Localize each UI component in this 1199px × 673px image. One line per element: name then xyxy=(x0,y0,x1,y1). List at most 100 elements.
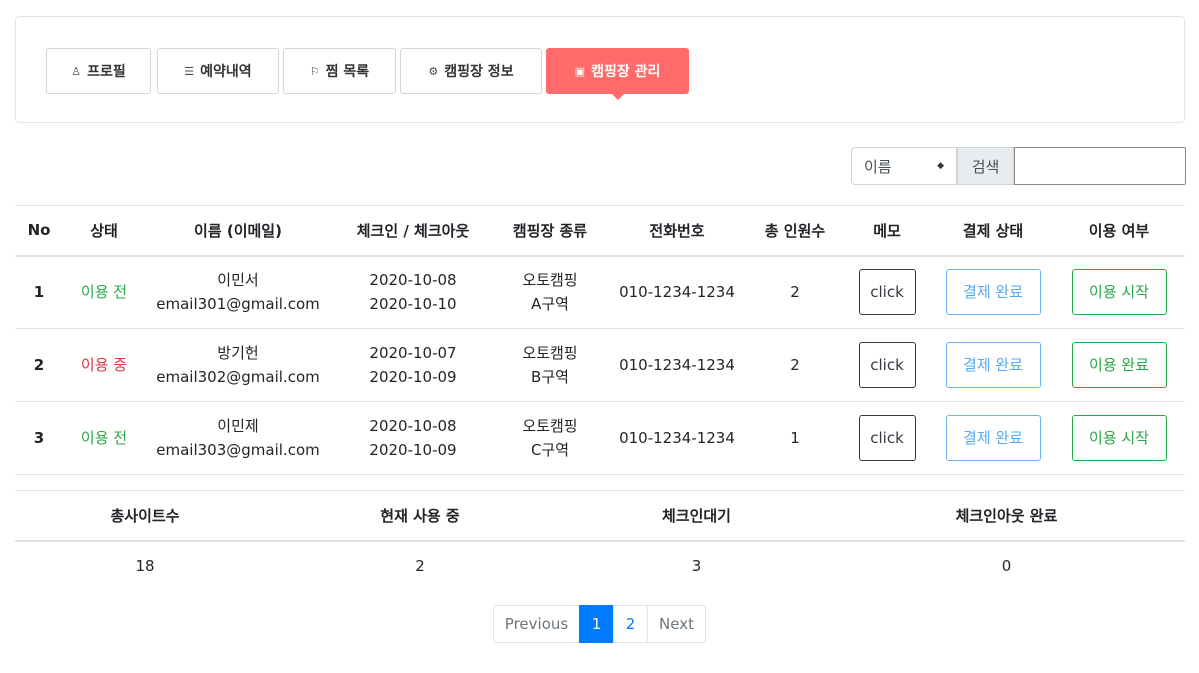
search-select-value: 이름 xyxy=(864,157,892,176)
row-zone: C구역 xyxy=(530,441,570,459)
col-header-checkin: 체크인 / 체크아웃 xyxy=(331,205,495,257)
row-phone: 010-1234-1234 xyxy=(605,255,749,329)
row-dates: 2020-10-07 2020-10-09 xyxy=(331,328,495,402)
row-name-email: 방기헌 email302@gmail.com xyxy=(145,328,331,402)
stats-table: 총사이트수 현재 사용 중 체크인대기 체크인아웃 완료 18 2 3 0 xyxy=(15,490,1185,591)
stats-checkout-done: 0 xyxy=(1001,557,1012,575)
page-button-2[interactable]: 2 xyxy=(613,605,648,643)
gear-icon: ⚙ xyxy=(428,64,439,78)
stats-header-checkin-waiting: 체크인대기 xyxy=(565,490,828,542)
row-no: 3 xyxy=(15,401,63,475)
tab-card: ♙ 프로필 ☰ 예약내역 ⚐ 찜 목록 ⚙ 캠핑장 정보 ▣ 캠핑장 관리 xyxy=(15,16,1185,123)
row-usage: 이용 완료 xyxy=(1053,328,1185,402)
col-header-phone: 전화번호 xyxy=(605,205,749,257)
row-email: email302@gmail.com xyxy=(156,368,320,386)
row-no: 1 xyxy=(15,255,63,329)
payment-button[interactable]: 결제 완료 xyxy=(945,415,1041,461)
usage-button[interactable]: 이용 시작 xyxy=(1071,269,1167,316)
row-people: 1 xyxy=(749,401,841,475)
row-name: 이민제 xyxy=(217,417,259,435)
row-checkin: 2020-10-07 xyxy=(369,344,457,362)
list-icon: ☰ xyxy=(184,64,195,78)
tab-campsite-info[interactable]: ⚙ 캠핑장 정보 xyxy=(400,48,542,94)
row-dates: 2020-10-08 2020-10-09 xyxy=(331,401,495,475)
row-checkout: 2020-10-09 xyxy=(369,368,457,386)
row-email: email301@gmail.com xyxy=(156,295,320,314)
row-type: 오토캠핑 C구역 xyxy=(495,401,605,475)
row-memo: click xyxy=(841,328,933,402)
col-header-people: 총 인원수 xyxy=(749,205,841,257)
row-checkout: 2020-10-09 xyxy=(369,441,457,459)
calendar-check-icon: ▣ xyxy=(574,64,586,78)
tab-label: 찜 목록 xyxy=(325,64,370,80)
next-page-button[interactable]: Next xyxy=(647,605,706,643)
row-no: 2 xyxy=(15,328,63,402)
row-name-email: 이민제 email303@gmail.com xyxy=(145,401,331,475)
row-name: 방기헌 xyxy=(217,344,259,362)
row-usage: 이용 시작 xyxy=(1053,401,1185,475)
table-row: 3 이용 전 이민제 email303@gmail.com 2020-10-08 2… xyxy=(15,401,1185,475)
table-row: 2 이용 중 방기헌 email302@gmail.com 2020-10-07 2… xyxy=(15,328,1185,402)
row-status: 이용 전 xyxy=(63,255,145,329)
tab-profile[interactable]: ♙ 프로필 xyxy=(46,48,151,94)
search-field-select[interactable]: 이름 ◆ xyxy=(851,147,957,185)
row-type-name: 오토캠핑 xyxy=(522,271,578,290)
row-phone: 010-1234-1234 xyxy=(605,328,749,402)
previous-page-button[interactable]: Previous xyxy=(493,605,580,643)
row-type-name: 오토캠핑 xyxy=(522,417,578,435)
stats-header-row: 총사이트수 현재 사용 중 체크인대기 체크인아웃 완료 xyxy=(15,490,1185,542)
col-header-payment: 결제 상태 xyxy=(933,205,1053,257)
stats-header-in-use: 현재 사용 중 xyxy=(275,490,565,542)
col-header-memo: 메모 xyxy=(841,205,933,257)
row-phone: 010-1234-1234 xyxy=(605,401,749,475)
tab-campsite-manage[interactable]: ▣ 캠핑장 관리 xyxy=(546,48,689,100)
row-memo: click xyxy=(841,401,933,475)
row-type-name: 오토캠핑 xyxy=(522,344,578,362)
stats-header-checkout-done: 체크인아웃 완료 xyxy=(828,490,1185,542)
row-checkout: 2020-10-10 xyxy=(369,295,457,314)
table-row: 1 이용 전 이민서 email301@gmail.com 2020-10-08 2… xyxy=(15,255,1185,329)
tab-label: 캠핑장 정보 xyxy=(444,64,514,80)
col-header-type: 캠핑장 종류 xyxy=(495,205,605,257)
person-icon: ♙ xyxy=(71,64,82,78)
table-header-row: No 상태 이름 (이메일) 체크인 / 체크아웃 캠핑장 종류 전화번호 총 … xyxy=(15,205,1185,257)
col-header-name: 이름 (이메일) xyxy=(145,205,331,257)
usage-button[interactable]: 이용 시작 xyxy=(1071,415,1167,461)
memo-button[interactable]: click xyxy=(858,415,916,461)
bookmark-icon: ⚐ xyxy=(309,64,320,78)
tab-wishlist[interactable]: ⚐ 찜 목록 xyxy=(283,48,396,94)
col-header-no: No xyxy=(15,205,63,257)
row-type: 오토캠핑 A구역 xyxy=(495,255,605,329)
tab-label: 예약내역 xyxy=(200,64,252,80)
search-label: 검색 xyxy=(957,147,1014,185)
memo-button[interactable]: click xyxy=(858,269,916,316)
stats-header-total-sites: 총사이트수 xyxy=(15,490,275,542)
row-memo: click xyxy=(841,255,933,329)
tab-reservations[interactable]: ☰ 예약내역 xyxy=(157,48,279,94)
tab-label: 프로필 xyxy=(87,64,126,80)
row-status: 이용 전 xyxy=(63,401,145,475)
row-zone: A구역 xyxy=(531,295,569,314)
sort-caret-icon: ◆ xyxy=(937,160,944,171)
row-payment: 결제 완료 xyxy=(933,401,1053,475)
tab-label: 캠핑장 관리 xyxy=(591,64,661,80)
search-input[interactable] xyxy=(1014,147,1186,185)
row-payment: 결제 완료 xyxy=(933,255,1053,329)
usage-button[interactable]: 이용 완료 xyxy=(1071,342,1167,388)
payment-button[interactable]: 결제 완료 xyxy=(945,269,1041,316)
col-header-status: 상태 xyxy=(63,205,145,257)
memo-button[interactable]: click xyxy=(858,342,916,388)
row-people: 2 xyxy=(749,255,841,329)
row-people: 2 xyxy=(749,328,841,402)
col-header-usage: 이용 여부 xyxy=(1053,205,1185,257)
row-status: 이용 중 xyxy=(63,328,145,402)
row-checkin: 2020-10-08 xyxy=(369,417,457,435)
row-dates: 2020-10-08 2020-10-10 xyxy=(331,255,495,329)
stats-checkin-waiting: 3 xyxy=(691,557,702,575)
page-button-1[interactable]: 1 xyxy=(579,605,614,643)
row-name: 이민서 xyxy=(217,271,259,290)
row-type: 오토캠핑 B구역 xyxy=(495,328,605,402)
payment-button[interactable]: 결제 완료 xyxy=(945,342,1041,388)
row-checkin: 2020-10-08 xyxy=(369,271,457,290)
pagination: Previous 1 2 Next xyxy=(493,605,706,643)
